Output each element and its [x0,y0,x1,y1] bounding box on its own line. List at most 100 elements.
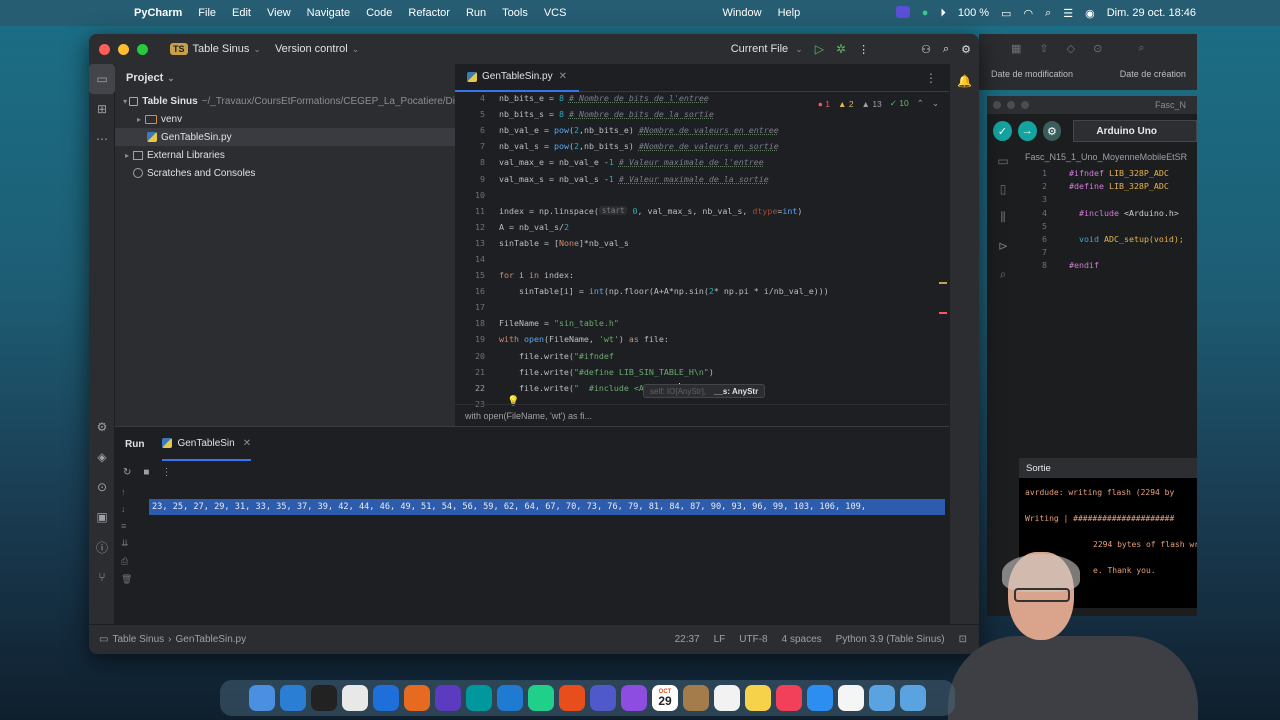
menu-edit[interactable]: Edit [224,7,259,19]
dock-icon-pycharm[interactable] [528,685,554,711]
code-line[interactable]: 14 [455,251,949,267]
menu-tools[interactable]: Tools [494,7,536,19]
code-line[interactable]: 6 nb_val_e = pow(2 ,nb_bits_e) #Nombre de … [455,122,949,138]
debug-icon[interactable]: ✲ [836,42,846,56]
control-center-icon[interactable]: ☰ [1057,7,1079,20]
problems-icon[interactable]: ⓘ [89,532,115,562]
menu-view[interactable]: View [259,7,299,19]
dock-icon-app-store[interactable] [807,685,833,711]
dock-icon-files[interactable] [900,685,926,711]
run-output[interactable]: 23, 25, 27, 29, 31, 33, 35, 37, 39, 42, … [149,499,945,515]
dock-icon-safari-like[interactable] [280,685,306,711]
dock-icon-browser[interactable] [373,685,399,711]
share-icon[interactable]: ⇧ [1039,42,1048,55]
play-status-icon[interactable]: ⏵ [934,7,952,20]
menu-vcs[interactable]: VCS [536,7,575,19]
code-line[interactable]: 10 [455,187,949,203]
tree-item-external-libraries[interactable]: ▸ External Libraries [115,146,455,164]
screen-record-icon[interactable] [890,5,916,21]
code-line[interactable]: 4 nb_bits_e = 8 # Nombre de bits de l'ent… [455,90,949,106]
window-close-icon[interactable] [993,101,1001,109]
notifications-icon[interactable]: 🔔 [950,74,979,88]
window-zoom-icon[interactable] [137,43,148,55]
editor-scrollbar[interactable] [939,122,947,402]
line-separator[interactable]: LF [714,634,726,645]
dock-icon-firefox[interactable] [404,685,430,711]
scroll-down-icon[interactable]: ↓ [121,504,132,514]
scroll-to-end-icon[interactable]: ⇊ [121,538,132,549]
menu-run[interactable]: Run [458,7,494,19]
run-config-selector[interactable]: Current File ⌄ [731,43,803,55]
upload-button[interactable]: → [1017,121,1037,141]
search-icon[interactable]: ⌕ [1000,267,1007,282]
view-grid-icon[interactable]: ▦ [1011,42,1021,55]
tag-icon[interactable]: ◇ [1067,42,1075,55]
grammarly-icon[interactable]: ● [916,7,935,19]
file-encoding[interactable]: UTF-8 [739,634,767,645]
menu-refactor[interactable]: Refactor [400,7,458,19]
siri-icon[interactable]: ◉ [1079,7,1101,20]
chevron-right-icon[interactable]: ▸ [133,115,145,124]
board-selector[interactable]: Arduino Uno [1073,120,1197,142]
dock-icon-script[interactable] [838,685,864,711]
python-packages-icon[interactable]: ⚙ [89,412,115,442]
python-interpreter[interactable]: Python 3.9 (Table Sinus) [836,634,945,645]
dock-icon-folder[interactable] [869,685,895,711]
print-icon[interactable]: ⎙ [121,556,132,567]
code-line[interactable]: 5 [1023,221,1184,234]
tree-item-scratches[interactable]: Scratches and Consoles [115,164,455,182]
scroll-up-icon[interactable]: ↑ [121,487,132,497]
code-line[interactable]: 16 sinTable[i] = int (np.floor(A+A*np.sin… [455,283,949,299]
caret-position[interactable]: 22:37 [675,634,700,645]
dock-icon-music[interactable] [776,685,802,711]
code-line[interactable]: 5 nb_bits_s = 8 # Nombre de bits de la so… [455,106,949,122]
dock-icon-finder[interactable] [249,685,275,711]
arduino-code[interactable]: 1 #ifndef LIB_328P_ADC 2 #define LIB_328P_A… [1023,168,1184,274]
code-line[interactable]: 3 [1023,194,1184,207]
project-tool-icon[interactable]: ▭ [89,64,115,94]
stop-icon[interactable]: ■ [143,467,149,478]
dock-icon-chrome[interactable] [342,685,368,711]
code-line[interactable]: 12 A = nb_val_s/2 [455,219,949,235]
code-line[interactable]: 11 index = np.linspace(start 0, val_max_s… [455,203,949,219]
menu-help[interactable]: Help [770,7,809,19]
battery-icon[interactable]: ▭ [995,7,1017,20]
menu-navigate[interactable]: Navigate [299,7,358,19]
search-icon[interactable]: ⌕ [943,43,949,56]
structure-tool-icon[interactable]: ⊞ [89,94,115,124]
run-icon[interactable]: ▷ [815,42,824,56]
code-line[interactable]: 13 sinTable = [None]*nb_val_s [455,235,949,251]
board-icon[interactable]: ▯ [1000,182,1007,196]
column-created[interactable]: Date de création [1108,69,1197,79]
menu-window[interactable]: Window [714,7,769,19]
run-tab[interactable]: GenTableSin ✕ [162,427,252,461]
status-breadcrumb[interactable]: ▭ Table Sinus › GenTableSin.py [99,634,246,645]
code-line[interactable]: 21 file.write("#define LIB_SIN_TABLE_H\n… [455,364,949,380]
dock-icon-notes-brown[interactable] [683,685,709,711]
window-minimize-icon[interactable] [118,43,129,55]
add-user-icon[interactable]: ⚇ [921,43,931,56]
more-tools-icon[interactable]: ⋯ [89,124,115,154]
soft-wrap-icon[interactable]: ≡ [121,521,132,531]
dock-icon-office[interactable] [559,685,585,711]
gear-icon[interactable]: ⚙ [961,43,971,56]
search-icon[interactable]: ⌕ [1138,42,1144,55]
rerun-icon[interactable]: ↻ [123,467,131,478]
menu-file[interactable]: File [190,7,224,19]
version-control-menu[interactable]: Version control ⌄ [275,43,359,55]
code-line[interactable]: 8 val_max_e = nb_val_e -1 # Valeur maxima… [455,154,949,170]
wifi-icon[interactable]: ◠ [1017,7,1039,20]
dock-icon-messenger[interactable] [621,685,647,711]
code-line[interactable]: 19 with open (FileName, 'wt') as file: [455,331,949,347]
editor-breadcrumb[interactable]: with open(FileName, 'wt') as fi... [455,404,949,426]
debug-icon[interactable]: ⊳ [998,239,1008,253]
debug-button[interactable]: ⚙ [1042,121,1062,141]
git-icon[interactable]: ⑂ [89,562,115,592]
dock-icon-terminal[interactable] [311,685,337,711]
status-crumb-file[interactable]: GenTableSin.py [176,634,247,645]
code-line[interactable]: 15 for i in index: [455,267,949,283]
code-area[interactable]: 4 nb_bits_e = 8 # Nombre de bits de l'ent… [455,90,949,412]
code-line[interactable]: 8 #endif [1023,260,1184,273]
status-crumb-project[interactable]: Table Sinus [112,634,164,645]
code-line[interactable]: 7 [1023,247,1184,260]
